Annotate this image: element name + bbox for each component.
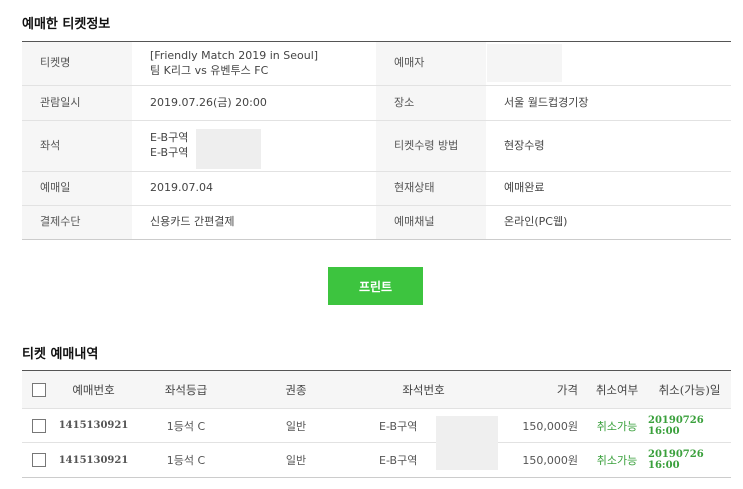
venue-label: 장소 <box>376 86 486 120</box>
header-seat-grade: 좌석등급 <box>164 382 208 397</box>
ticket-name-line1: [Friendly Match 2019 in Seoul] <box>150 48 319 62</box>
header-booking-no: 예매번호 <box>72 382 115 397</box>
select-all-checkbox[interactable] <box>32 382 46 397</box>
seat-line1: E-B구역 <box>150 131 189 145</box>
channel-label: 예매채널 <box>376 206 486 239</box>
header-cancel-status: 취소여부 <box>595 382 639 397</box>
row-select-cell <box>22 443 56 477</box>
price: 150,000원 <box>522 454 578 467</box>
venue-value: 서울 월드컵경기장 <box>504 95 589 109</box>
print-button[interactable]: 프린트 <box>328 267 423 305</box>
status-value: 예매완료 <box>504 181 545 195</box>
cancel-date: 20190726 16:00 <box>648 414 704 437</box>
redacted-seat-number <box>436 416 498 470</box>
channel-value: 온라인(PC웹) <box>504 215 568 229</box>
cancel-status: 취소가능 <box>596 454 638 467</box>
row-checkbox[interactable] <box>32 453 46 467</box>
price: 150,000원 <box>522 419 578 433</box>
redacted-seat <box>196 129 261 169</box>
booking-date-value: 2019.07.04 <box>150 181 213 195</box>
ticket-info-title: 예매한 티켓정보 <box>22 17 111 32</box>
pickup-method-value: 현장수령 <box>504 138 545 152</box>
booking-number: 1415130921 <box>58 420 129 431</box>
info-row: 좌석 E-B구역 E-B구역 티켓수령 방법 현장수령 <box>22 121 731 172</box>
payment-label: 결제수단 <box>22 206 132 239</box>
ticket-name-label: 티켓명 <box>22 42 132 85</box>
booker-label: 예매자 <box>376 42 486 85</box>
view-date-label: 관람일시 <box>22 86 132 120</box>
select-all-cell <box>22 371 56 408</box>
status-label: 현재상태 <box>376 172 486 205</box>
booking-number: 1415130921 <box>58 454 129 466</box>
row-select-cell <box>22 409 56 442</box>
header-cancel-date: 취소(가능)일 <box>658 382 721 397</box>
ticket-type: 일반 <box>285 419 307 433</box>
seat-label: 좌석 <box>22 121 132 171</box>
redacted-booker <box>487 44 562 82</box>
info-row: 관람일시 2019.07.26(금) 20:00 장소 서울 월드컵경기장 <box>22 86 731 121</box>
row-checkbox[interactable] <box>32 418 46 433</box>
info-row: 티켓명 [Friendly Match 2019 in Seoul] 팀 K리그… <box>22 42 731 86</box>
seat-grade: 1등석 C <box>166 454 206 467</box>
ticket-info-table: 티켓명 [Friendly Match 2019 in Seoul] 팀 K리그… <box>22 41 731 240</box>
view-date-value: 2019.07.26(금) 20:00 <box>150 95 267 109</box>
cancel-date: 20190726 16:00 <box>648 449 704 471</box>
booking-history-title: 티켓 예매내역 <box>22 347 99 362</box>
header-ticket-type: 권종 <box>285 382 307 397</box>
info-row: 결제수단 신용카드 간편결제 예매채널 온라인(PC웹) <box>22 206 731 239</box>
cancel-status: 취소가능 <box>596 419 638 433</box>
ticket-type: 일반 <box>285 454 307 467</box>
booking-history-table: 예매번호 좌석등급 권종 좌석번호 가격 취소여부 취소(가능)일 141513… <box>22 370 731 478</box>
booking-date-label: 예매일 <box>22 172 132 205</box>
seat-grade: 1등석 C <box>166 419 206 433</box>
payment-value: 신용카드 간편결제 <box>150 215 235 229</box>
header-price: 가격 <box>556 382 578 397</box>
header-seat-number: 좌석번호 <box>402 382 445 397</box>
ticket-name-value: [Friendly Match 2019 in Seoul] 팀 K리그 vs … <box>132 42 376 85</box>
table-row: 1415130921 1등석 C 일반 E-B구역 150,000원 취소가능 … <box>22 409 731 443</box>
pickup-method-label: 티켓수령 방법 <box>376 121 486 171</box>
history-header-row: 예매번호 좌석등급 권종 좌석번호 가격 취소여부 취소(가능)일 <box>22 371 731 409</box>
seat-line2: E-B구역 <box>150 146 189 159</box>
table-row: 1415130921 1등석 C 일반 E-B구역 150,000원 취소가능 … <box>22 443 731 477</box>
ticket-name-line2: 팀 K리그 vs 유벤투스 FC <box>150 63 269 77</box>
info-row: 예매일 2019.07.04 현재상태 예매완료 <box>22 172 731 206</box>
